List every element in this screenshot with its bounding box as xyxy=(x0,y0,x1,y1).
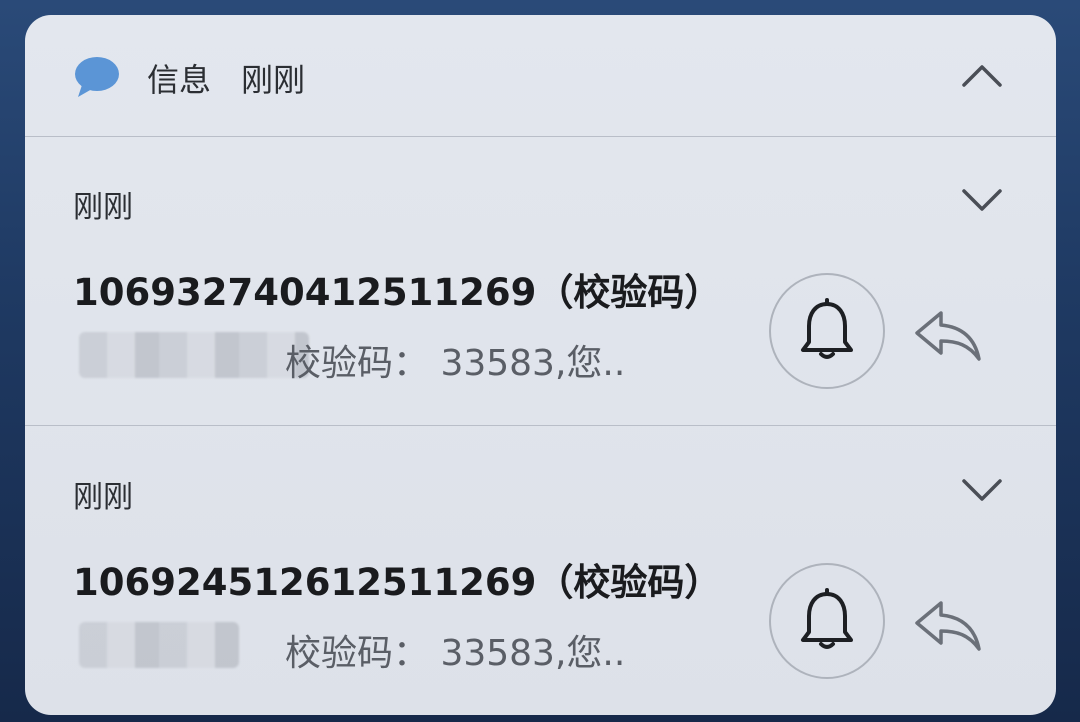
redacted-text xyxy=(79,622,239,668)
notification-timestamp: 刚刚 xyxy=(73,190,133,225)
remind-button[interactable] xyxy=(769,563,885,679)
reply-icon[interactable] xyxy=(913,307,983,363)
message-preview: 校验码： 33583,您.. xyxy=(73,622,713,674)
message-preview: 校验码： 33583,您.. xyxy=(73,332,713,384)
chevron-up-icon[interactable] xyxy=(960,61,1004,89)
notification-card: 信息 刚刚 刚刚 106932740412511269（校验码） 校验码： 33… xyxy=(25,15,1056,715)
reply-icon[interactable] xyxy=(913,597,983,653)
preview-text: 校验码： 33583,您.. xyxy=(285,633,626,674)
notification-item[interactable]: 刚刚 106924512612511269（校验码） 校验码： 33583,您.… xyxy=(25,427,1056,715)
message-bubble-icon xyxy=(72,53,122,103)
app-name: 信息 xyxy=(147,61,212,99)
bell-icon xyxy=(801,298,853,359)
header-timestamp: 刚刚 xyxy=(241,61,306,99)
sender-number: 106924512612511269（校验码） xyxy=(73,561,722,604)
preview-text: 校验码： 33583,您.. xyxy=(285,343,626,384)
sender-number: 106932740412511269（校验码） xyxy=(73,271,722,314)
bell-icon xyxy=(801,588,853,649)
notification-group-header[interactable]: 信息 刚刚 xyxy=(25,15,1056,137)
chevron-down-icon[interactable] xyxy=(960,475,1004,503)
redacted-text xyxy=(79,332,309,378)
notification-timestamp: 刚刚 xyxy=(73,480,133,515)
notification-item[interactable]: 刚刚 106932740412511269（校验码） 校验码： 33583,您.… xyxy=(25,137,1056,426)
chevron-down-icon[interactable] xyxy=(960,185,1004,213)
remind-button[interactable] xyxy=(769,273,885,389)
